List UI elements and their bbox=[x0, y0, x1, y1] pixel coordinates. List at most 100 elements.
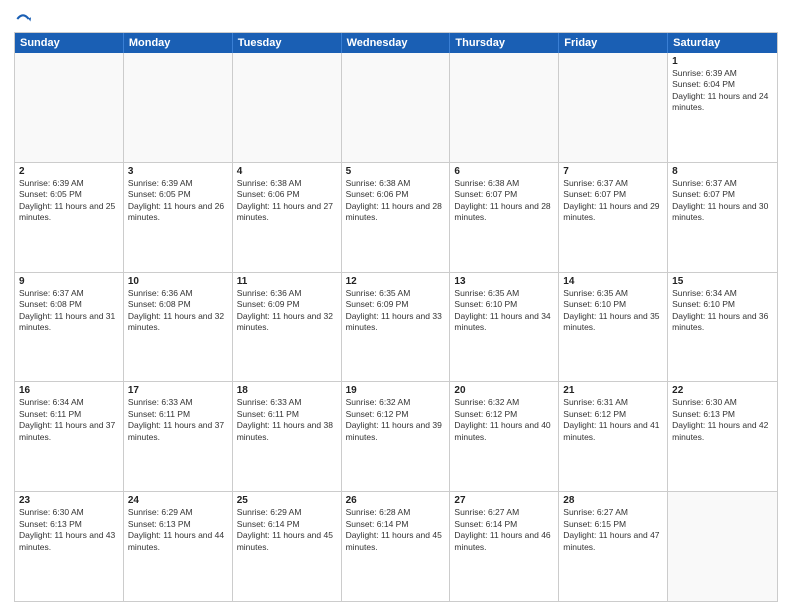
day-info: Sunrise: 6:37 AM Sunset: 6:07 PM Dayligh… bbox=[672, 178, 773, 224]
day-cell-2: 2Sunrise: 6:39 AM Sunset: 6:05 PM Daylig… bbox=[15, 163, 124, 272]
day-cell-9: 9Sunrise: 6:37 AM Sunset: 6:08 PM Daylig… bbox=[15, 273, 124, 382]
day-cell-7: 7Sunrise: 6:37 AM Sunset: 6:07 PM Daylig… bbox=[559, 163, 668, 272]
day-number: 11 bbox=[237, 276, 337, 287]
day-info: Sunrise: 6:29 AM Sunset: 6:14 PM Dayligh… bbox=[237, 507, 337, 553]
week-row-4: 16Sunrise: 6:34 AM Sunset: 6:11 PM Dayli… bbox=[15, 382, 777, 492]
day-cell-17: 17Sunrise: 6:33 AM Sunset: 6:11 PM Dayli… bbox=[124, 382, 233, 491]
day-number: 18 bbox=[237, 385, 337, 396]
calendar-body: 1Sunrise: 6:39 AM Sunset: 6:04 PM Daylig… bbox=[15, 53, 777, 601]
day-info: Sunrise: 6:32 AM Sunset: 6:12 PM Dayligh… bbox=[346, 397, 446, 443]
day-cell-12: 12Sunrise: 6:35 AM Sunset: 6:09 PM Dayli… bbox=[342, 273, 451, 382]
day-info: Sunrise: 6:30 AM Sunset: 6:13 PM Dayligh… bbox=[19, 507, 119, 553]
empty-cell bbox=[124, 53, 233, 162]
day-number: 26 bbox=[346, 495, 446, 506]
day-number: 9 bbox=[19, 276, 119, 287]
day-number: 16 bbox=[19, 385, 119, 396]
day-cell-14: 14Sunrise: 6:35 AM Sunset: 6:10 PM Dayli… bbox=[559, 273, 668, 382]
day-cell-10: 10Sunrise: 6:36 AM Sunset: 6:08 PM Dayli… bbox=[124, 273, 233, 382]
empty-cell bbox=[450, 53, 559, 162]
day-cell-16: 16Sunrise: 6:34 AM Sunset: 6:11 PM Dayli… bbox=[15, 382, 124, 491]
day-cell-23: 23Sunrise: 6:30 AM Sunset: 6:13 PM Dayli… bbox=[15, 492, 124, 601]
day-cell-21: 21Sunrise: 6:31 AM Sunset: 6:12 PM Dayli… bbox=[559, 382, 668, 491]
day-number: 23 bbox=[19, 495, 119, 506]
day-info: Sunrise: 6:38 AM Sunset: 6:06 PM Dayligh… bbox=[237, 178, 337, 224]
week-row-1: 1Sunrise: 6:39 AM Sunset: 6:04 PM Daylig… bbox=[15, 53, 777, 163]
day-number: 15 bbox=[672, 276, 773, 287]
day-info: Sunrise: 6:35 AM Sunset: 6:10 PM Dayligh… bbox=[454, 288, 554, 334]
day-info: Sunrise: 6:35 AM Sunset: 6:10 PM Dayligh… bbox=[563, 288, 663, 334]
day-number: 17 bbox=[128, 385, 228, 396]
day-info: Sunrise: 6:39 AM Sunset: 6:05 PM Dayligh… bbox=[128, 178, 228, 224]
day-cell-11: 11Sunrise: 6:36 AM Sunset: 6:09 PM Dayli… bbox=[233, 273, 342, 382]
weekday-header-friday: Friday bbox=[559, 33, 668, 53]
day-number: 10 bbox=[128, 276, 228, 287]
day-number: 24 bbox=[128, 495, 228, 506]
day-number: 2 bbox=[19, 166, 119, 177]
day-number: 3 bbox=[128, 166, 228, 177]
day-info: Sunrise: 6:32 AM Sunset: 6:12 PM Dayligh… bbox=[454, 397, 554, 443]
day-number: 5 bbox=[346, 166, 446, 177]
day-info: Sunrise: 6:27 AM Sunset: 6:15 PM Dayligh… bbox=[563, 507, 663, 553]
day-cell-15: 15Sunrise: 6:34 AM Sunset: 6:10 PM Dayli… bbox=[668, 273, 777, 382]
day-info: Sunrise: 6:33 AM Sunset: 6:11 PM Dayligh… bbox=[128, 397, 228, 443]
day-number: 20 bbox=[454, 385, 554, 396]
week-row-2: 2Sunrise: 6:39 AM Sunset: 6:05 PM Daylig… bbox=[15, 163, 777, 273]
day-cell-13: 13Sunrise: 6:35 AM Sunset: 6:10 PM Dayli… bbox=[450, 273, 559, 382]
day-number: 4 bbox=[237, 166, 337, 177]
empty-cell bbox=[668, 492, 777, 601]
day-number: 14 bbox=[563, 276, 663, 287]
day-info: Sunrise: 6:37 AM Sunset: 6:08 PM Dayligh… bbox=[19, 288, 119, 334]
weekday-header-sunday: Sunday bbox=[15, 33, 124, 53]
day-cell-5: 5Sunrise: 6:38 AM Sunset: 6:06 PM Daylig… bbox=[342, 163, 451, 272]
day-info: Sunrise: 6:33 AM Sunset: 6:11 PM Dayligh… bbox=[237, 397, 337, 443]
day-info: Sunrise: 6:36 AM Sunset: 6:08 PM Dayligh… bbox=[128, 288, 228, 334]
day-info: Sunrise: 6:29 AM Sunset: 6:13 PM Dayligh… bbox=[128, 507, 228, 553]
calendar: SundayMondayTuesdayWednesdayThursdayFrid… bbox=[14, 32, 778, 602]
week-row-5: 23Sunrise: 6:30 AM Sunset: 6:13 PM Dayli… bbox=[15, 492, 777, 601]
day-cell-1: 1Sunrise: 6:39 AM Sunset: 6:04 PM Daylig… bbox=[668, 53, 777, 162]
day-cell-3: 3Sunrise: 6:39 AM Sunset: 6:05 PM Daylig… bbox=[124, 163, 233, 272]
day-info: Sunrise: 6:37 AM Sunset: 6:07 PM Dayligh… bbox=[563, 178, 663, 224]
day-info: Sunrise: 6:35 AM Sunset: 6:09 PM Dayligh… bbox=[346, 288, 446, 334]
weekday-header-monday: Monday bbox=[124, 33, 233, 53]
day-number: 27 bbox=[454, 495, 554, 506]
logo bbox=[14, 10, 34, 28]
weekday-header-thursday: Thursday bbox=[450, 33, 559, 53]
day-cell-24: 24Sunrise: 6:29 AM Sunset: 6:13 PM Dayli… bbox=[124, 492, 233, 601]
day-cell-22: 22Sunrise: 6:30 AM Sunset: 6:13 PM Dayli… bbox=[668, 382, 777, 491]
day-info: Sunrise: 6:27 AM Sunset: 6:14 PM Dayligh… bbox=[454, 507, 554, 553]
day-info: Sunrise: 6:36 AM Sunset: 6:09 PM Dayligh… bbox=[237, 288, 337, 334]
day-number: 6 bbox=[454, 166, 554, 177]
empty-cell bbox=[559, 53, 668, 162]
day-cell-26: 26Sunrise: 6:28 AM Sunset: 6:14 PM Dayli… bbox=[342, 492, 451, 601]
logo-icon bbox=[14, 10, 32, 28]
day-info: Sunrise: 6:39 AM Sunset: 6:04 PM Dayligh… bbox=[672, 68, 773, 114]
day-cell-4: 4Sunrise: 6:38 AM Sunset: 6:06 PM Daylig… bbox=[233, 163, 342, 272]
header-area bbox=[14, 10, 778, 28]
day-info: Sunrise: 6:28 AM Sunset: 6:14 PM Dayligh… bbox=[346, 507, 446, 553]
day-info: Sunrise: 6:38 AM Sunset: 6:06 PM Dayligh… bbox=[346, 178, 446, 224]
day-info: Sunrise: 6:39 AM Sunset: 6:05 PM Dayligh… bbox=[19, 178, 119, 224]
day-cell-28: 28Sunrise: 6:27 AM Sunset: 6:15 PM Dayli… bbox=[559, 492, 668, 601]
empty-cell bbox=[342, 53, 451, 162]
empty-cell bbox=[15, 53, 124, 162]
day-number: 12 bbox=[346, 276, 446, 287]
day-info: Sunrise: 6:38 AM Sunset: 6:07 PM Dayligh… bbox=[454, 178, 554, 224]
day-number: 28 bbox=[563, 495, 663, 506]
day-number: 8 bbox=[672, 166, 773, 177]
day-number: 22 bbox=[672, 385, 773, 396]
day-cell-27: 27Sunrise: 6:27 AM Sunset: 6:14 PM Dayli… bbox=[450, 492, 559, 601]
day-cell-25: 25Sunrise: 6:29 AM Sunset: 6:14 PM Dayli… bbox=[233, 492, 342, 601]
day-cell-18: 18Sunrise: 6:33 AM Sunset: 6:11 PM Dayli… bbox=[233, 382, 342, 491]
calendar-header: SundayMondayTuesdayWednesdayThursdayFrid… bbox=[15, 33, 777, 53]
day-info: Sunrise: 6:30 AM Sunset: 6:13 PM Dayligh… bbox=[672, 397, 773, 443]
day-number: 7 bbox=[563, 166, 663, 177]
weekday-header-wednesday: Wednesday bbox=[342, 33, 451, 53]
day-cell-6: 6Sunrise: 6:38 AM Sunset: 6:07 PM Daylig… bbox=[450, 163, 559, 272]
day-number: 25 bbox=[237, 495, 337, 506]
day-info: Sunrise: 6:31 AM Sunset: 6:12 PM Dayligh… bbox=[563, 397, 663, 443]
day-number: 13 bbox=[454, 276, 554, 287]
day-number: 1 bbox=[672, 56, 773, 67]
day-info: Sunrise: 6:34 AM Sunset: 6:11 PM Dayligh… bbox=[19, 397, 119, 443]
day-number: 21 bbox=[563, 385, 663, 396]
